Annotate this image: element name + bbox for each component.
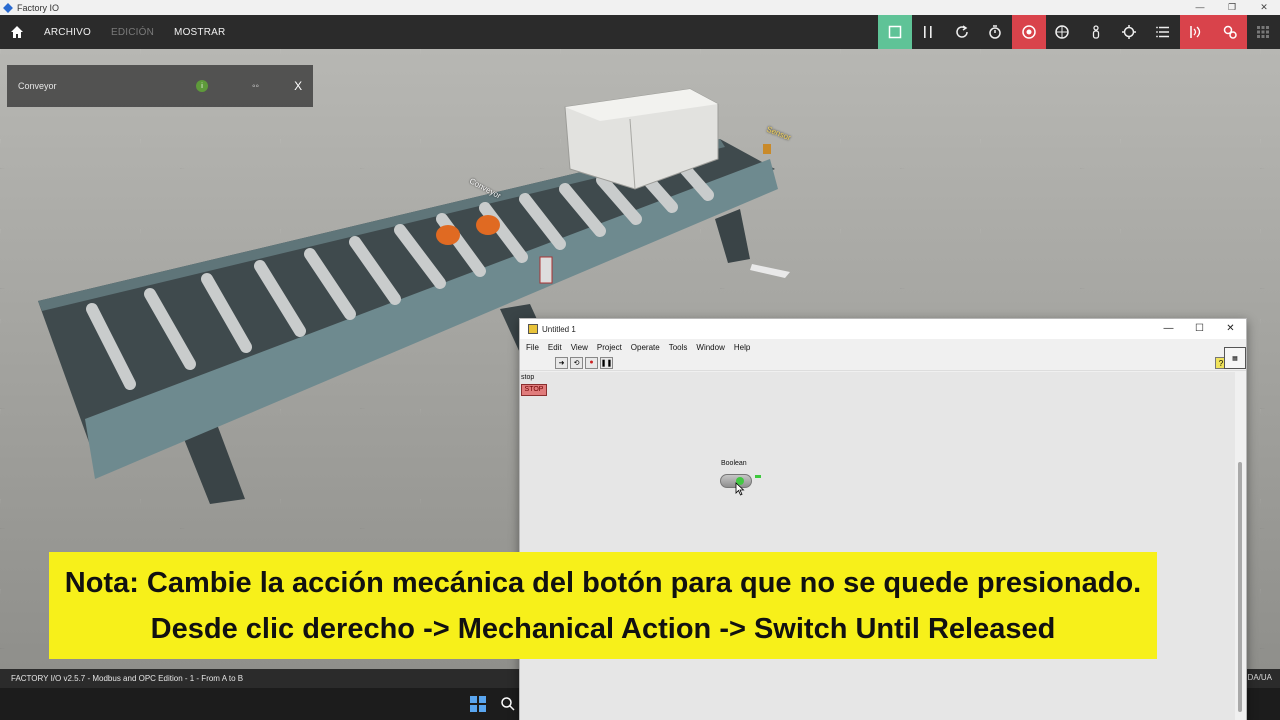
- sensor-signal-button[interactable]: [1179, 15, 1213, 49]
- reset-button[interactable]: [945, 15, 979, 49]
- drivers-icon: [1223, 25, 1237, 39]
- labview-title: Untitled 1: [542, 324, 576, 334]
- vertical-scrollbar[interactable]: [1235, 372, 1246, 720]
- timer-icon: [989, 25, 1001, 39]
- status-right-text: DA/UA: [1247, 673, 1272, 682]
- reset-icon: [956, 25, 968, 38]
- stop-square-icon: [888, 25, 901, 39]
- grid-icon: [1257, 26, 1270, 38]
- labview-menu-tools[interactable]: Tools: [669, 343, 688, 352]
- first-person-camera-button[interactable]: [1079, 15, 1113, 49]
- pause-button[interactable]: [912, 15, 946, 49]
- labview-menu-edit[interactable]: Edit: [548, 343, 562, 352]
- stop-button[interactable]: [878, 15, 912, 49]
- status-text: FACTORY I/O v2.5.7 - Modbus and OPC Edit…: [11, 674, 244, 683]
- home-icon: [11, 26, 23, 38]
- labview-menu-help[interactable]: Help: [734, 343, 750, 352]
- close-panel-button[interactable]: X: [294, 79, 302, 93]
- visibility-icon[interactable]: ◦◦: [252, 81, 259, 92]
- stop-control-button[interactable]: STOP: [521, 384, 547, 396]
- camera-fly-icon: [1055, 25, 1069, 39]
- simulation-toolbar: [878, 15, 1280, 49]
- front-panel[interactable]: stop STOP Boolean: [520, 372, 1236, 720]
- labview-menu-window[interactable]: Window: [696, 343, 724, 352]
- window-titlebar: Factory IO — ❐ ✕: [0, 0, 1280, 15]
- window-title: Factory IO: [17, 2, 60, 13]
- labview-titlebar: Untitled 1 — ☐ ✕: [520, 319, 1246, 339]
- labview-toolbar: ➜ ⟲ ● ❚❚ ? ▦: [520, 347, 1246, 371]
- mouse-cursor-icon: [735, 482, 745, 496]
- timer-button[interactable]: [979, 15, 1013, 49]
- orbit-camera-button[interactable]: [1012, 15, 1046, 49]
- sensor-signal-icon: [1190, 26, 1201, 38]
- home-button[interactable]: [0, 15, 34, 49]
- subtitle-line-2: Desde clic derecho -> Mechanical Action …: [150, 612, 1056, 645]
- restore-button[interactable]: ❐: [1216, 0, 1248, 15]
- list-icon: [1155, 26, 1169, 38]
- stop-control-label: stop: [521, 374, 535, 381]
- drivers-button[interactable]: [1213, 15, 1247, 49]
- pause-icon[interactable]: ❚❚: [600, 356, 613, 369]
- abort-icon[interactable]: ●: [585, 356, 598, 369]
- subtitle-line-1: Nota: Cambie la acción mecánica del botó…: [64, 566, 1142, 599]
- labview-vi-icon: [528, 324, 538, 334]
- menu-edicion[interactable]: EDICIÓN: [101, 27, 164, 38]
- crosshair-icon: [1122, 25, 1137, 39]
- search-icon[interactable]: [500, 696, 516, 712]
- labview-menu-file[interactable]: File: [526, 343, 539, 352]
- close-button[interactable]: ✕: [1248, 0, 1280, 15]
- list-button[interactable]: [1146, 15, 1180, 49]
- crosshair-button[interactable]: [1113, 15, 1147, 49]
- grid-button[interactable]: [1247, 15, 1280, 49]
- connector-pane-icon[interactable]: ▦: [1224, 347, 1246, 369]
- boolean-control-label: Boolean: [721, 460, 747, 467]
- labview-menu-project[interactable]: Project: [597, 343, 622, 352]
- menu-archivo[interactable]: ARCHIVO: [34, 27, 101, 38]
- factory-io-logo-icon: [3, 2, 13, 13]
- windows-start-icon[interactable]: [470, 696, 486, 712]
- labview-close-button[interactable]: ✕: [1215, 319, 1246, 339]
- labview-window: Untitled 1 — ☐ ✕ File Edit View Project …: [519, 318, 1247, 720]
- pause-icon: [924, 26, 932, 38]
- camera-orbit-icon: [1022, 25, 1036, 39]
- run-icon[interactable]: ➜: [555, 356, 568, 369]
- boolean-indicator: [755, 475, 761, 478]
- selected-object-name: Conveyor: [18, 81, 57, 91]
- labview-maximize-button[interactable]: ☐: [1184, 319, 1215, 339]
- labview-menubar: File Edit View Project Operate Tools Win…: [520, 339, 1246, 355]
- labview-minimize-button[interactable]: —: [1153, 319, 1184, 339]
- fly-camera-button[interactable]: [1046, 15, 1080, 49]
- minimize-button[interactable]: —: [1184, 0, 1216, 15]
- properties-panel: Conveyor i ◦◦ X: [7, 65, 313, 107]
- labview-menu-view[interactable]: View: [571, 343, 588, 352]
- menu-mostrar[interactable]: MOSTRAR: [164, 27, 235, 38]
- run-continuously-icon[interactable]: ⟲: [570, 356, 583, 369]
- window-controls: — ❐ ✕: [1184, 0, 1280, 15]
- subtitle-caption: Nota: Cambie la acción mecánica del botó…: [49, 552, 1157, 659]
- info-icon[interactable]: i: [196, 80, 208, 92]
- camera-first-person-icon: [1092, 25, 1099, 39]
- labview-menu-operate[interactable]: Operate: [631, 343, 660, 352]
- labview-window-controls: — ☐ ✕: [1153, 319, 1246, 339]
- factory-io-menubar: ARCHIVO EDICIÓN MOSTRAR: [0, 15, 1280, 49]
